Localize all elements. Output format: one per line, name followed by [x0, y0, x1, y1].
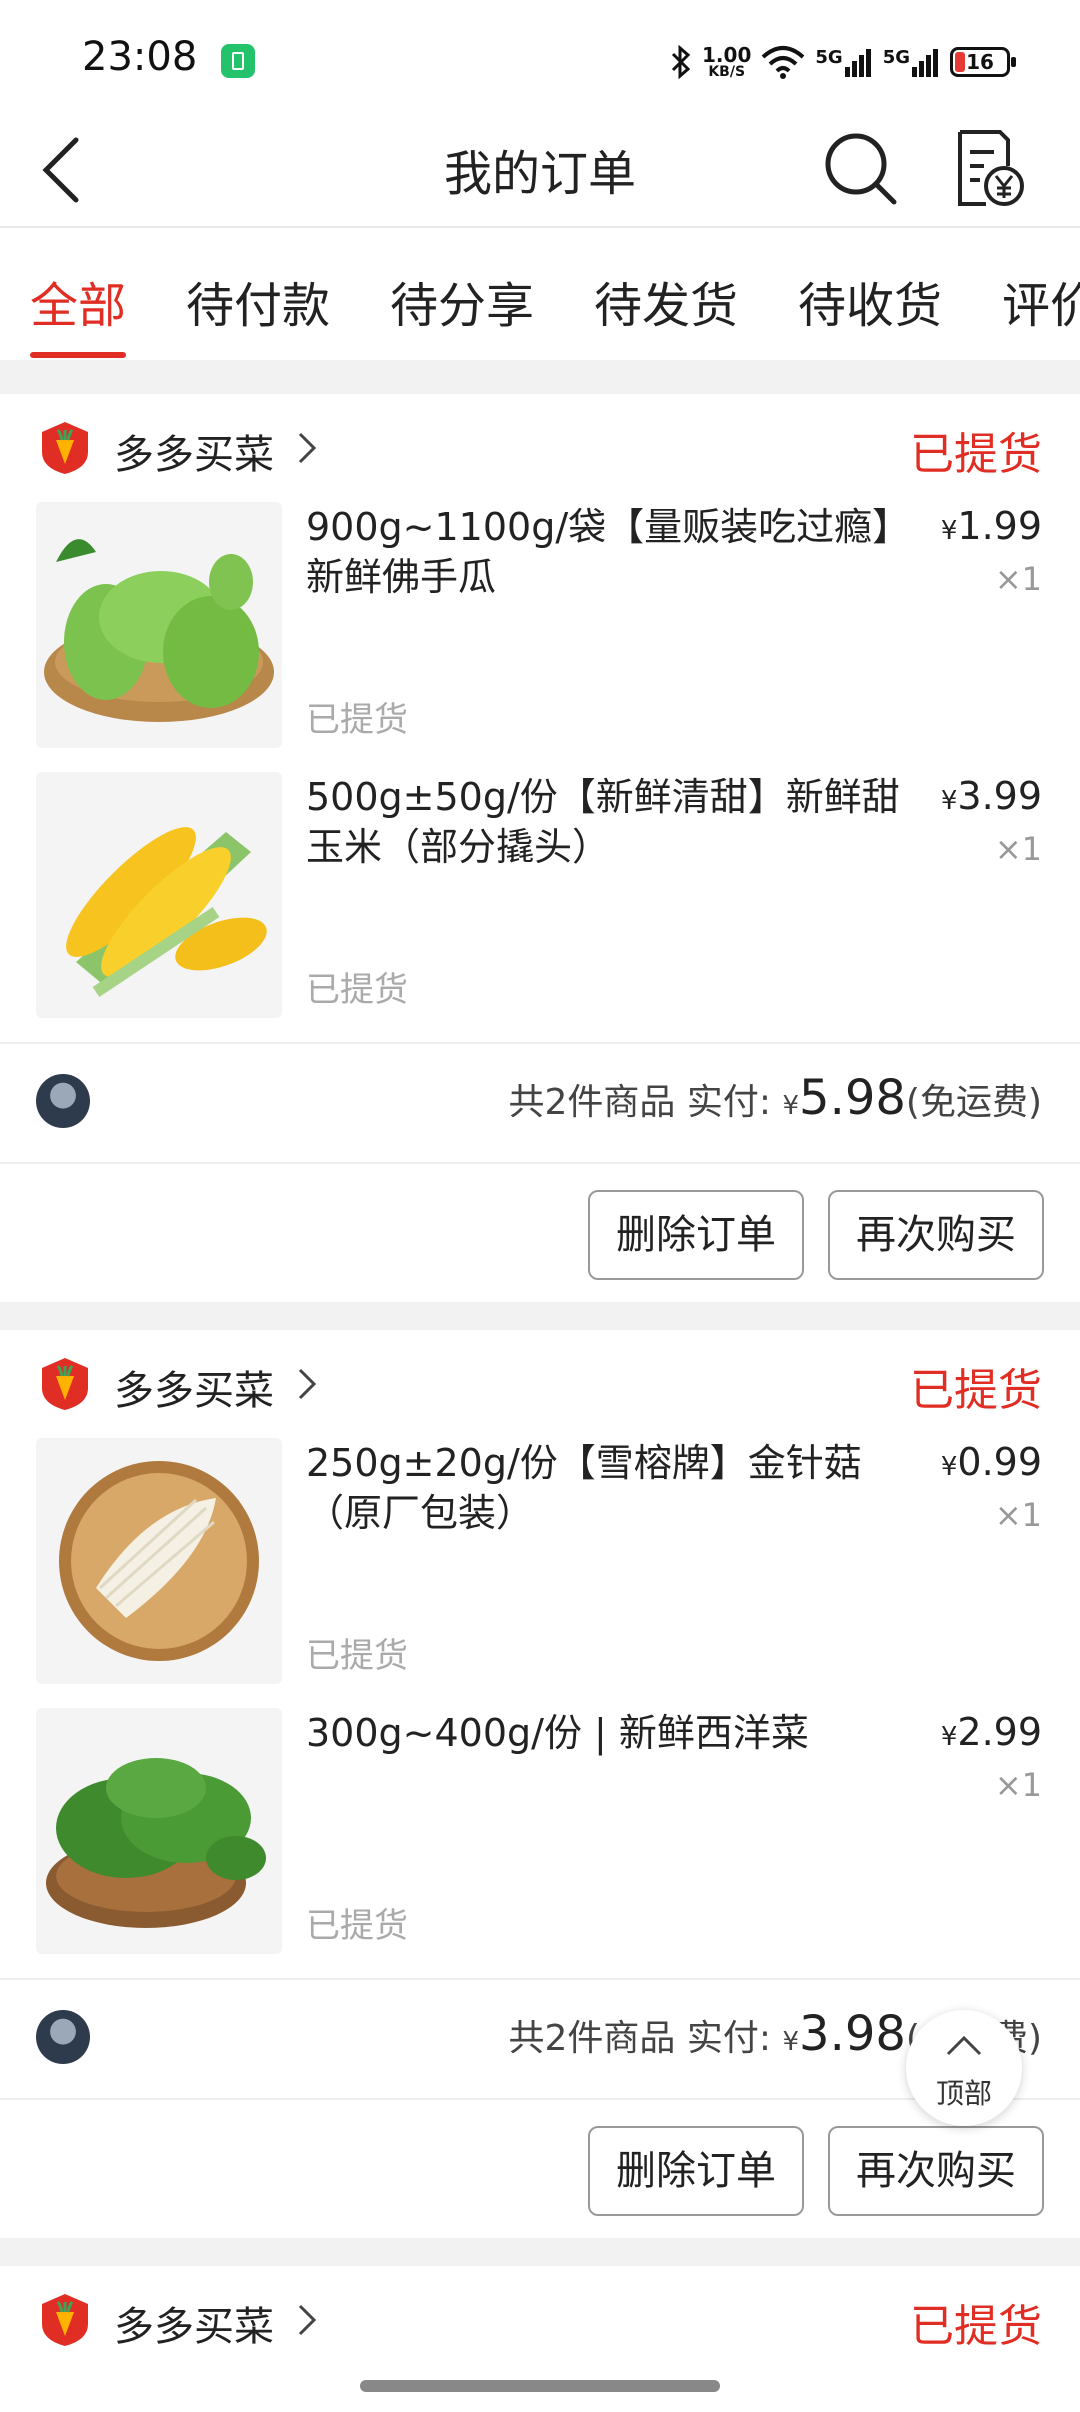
- divider: [0, 1978, 1080, 1980]
- chevron-up-icon: [946, 2035, 982, 2056]
- buy-again-button[interactable]: 再次购买: [828, 2126, 1044, 2216]
- buy-again-button[interactable]: 再次购买: [828, 1190, 1044, 1280]
- tab-active-indicator: [30, 352, 126, 358]
- wifi-icon: [762, 46, 805, 79]
- order-status: 已提货: [910, 2301, 1042, 2352]
- corn-illustration: [66, 827, 267, 997]
- currency-symbol: ¥: [940, 786, 958, 816]
- enoki-illustration: [59, 1461, 259, 1661]
- item-price: ¥2.99: [941, 1710, 1042, 1754]
- search-icon[interactable]: [820, 128, 900, 208]
- chevron-right-icon[interactable]: [296, 1364, 318, 1404]
- paid-amount: 5.98: [799, 1070, 906, 1126]
- battery-level: [955, 52, 965, 72]
- battery-saver-icon: [221, 44, 255, 78]
- net-speed: 1.00 KB/S: [702, 45, 751, 79]
- home-indicator[interactable]: [360, 2380, 720, 2392]
- order-tabs: 全部 待付款 待分享 待发货 待收货 评价: [0, 228, 1080, 360]
- order-status: 已提货: [910, 429, 1042, 480]
- item-price: ¥3.99: [941, 774, 1042, 818]
- price-value: 2.99: [957, 1710, 1042, 1754]
- store-logo-icon: [42, 2294, 88, 2346]
- bill-icon[interactable]: [950, 126, 1026, 210]
- tab-pending-share[interactable]: 待分享: [390, 266, 534, 336]
- item-quantity: ×1: [994, 1496, 1042, 1534]
- signal-1: 5G: [815, 47, 872, 77]
- item-count: 共2件商品: [508, 2018, 676, 2059]
- paid-amount: 3.98: [799, 2006, 906, 2062]
- paid-label: 实付:: [686, 1082, 772, 1123]
- store-logo-icon: [42, 1358, 88, 1410]
- item-title[interactable]: 300g~400g/份 | 新鲜西洋菜: [306, 1708, 906, 1758]
- item-price: ¥0.99: [941, 1440, 1042, 1484]
- order-summary: 共2件商品 实付: ¥5.98(免运费): [509, 1070, 1042, 1126]
- store-logo-icon: [42, 422, 88, 474]
- price-value: 0.99: [957, 1440, 1042, 1484]
- item-title[interactable]: 500g±50g/份【新鲜清甜】新鲜甜玉米（部分撬头）: [306, 772, 906, 872]
- signal-1-label: 5G: [815, 47, 843, 68]
- item-title[interactable]: 900g~1100g/袋【量贩装吃过瘾】新鲜佛手瓜: [306, 502, 906, 602]
- avatar[interactable]: [36, 1074, 90, 1128]
- item-status: 已提货: [306, 700, 408, 740]
- shipping-note: (免运费): [905, 1082, 1042, 1123]
- corn-image[interactable]: [36, 772, 282, 1018]
- item-quantity: ×1: [994, 830, 1042, 868]
- order-card: 多多买菜 已提货 900g~1100g/袋【量贩装吃过瘾】新鲜佛手瓜 ¥1.99…: [0, 394, 1080, 1302]
- tab-pending-payment[interactable]: 待付款: [186, 266, 330, 336]
- net-speed-value: 1.00: [702, 43, 752, 67]
- net-speed-unit: KB/S: [708, 64, 746, 80]
- delete-order-button[interactable]: 删除订单: [588, 2126, 804, 2216]
- chevron-right-icon[interactable]: [296, 2300, 318, 2340]
- currency-symbol: ¥: [940, 1452, 958, 1482]
- item-status: 已提货: [306, 970, 408, 1010]
- battery-percent: 16: [966, 50, 994, 74]
- item-quantity: ×1: [994, 1766, 1042, 1804]
- signal-icon: [912, 49, 938, 77]
- tab-review[interactable]: 评价: [1002, 266, 1080, 336]
- tab-all[interactable]: 全部: [30, 266, 126, 336]
- item-quantity: ×1: [994, 560, 1042, 598]
- chayote-illustration: [44, 539, 274, 722]
- store-name[interactable]: 多多买菜: [114, 1358, 274, 1416]
- bluetooth-icon: [671, 45, 691, 79]
- chevron-right-icon[interactable]: [296, 428, 318, 468]
- currency-symbol: ¥: [782, 1091, 800, 1121]
- status-bar: 23:08 1.00 KB/S 5G 5G 16: [0, 0, 1080, 112]
- header-bar: 我的订单: [0, 112, 1080, 228]
- signal-icon: [844, 49, 871, 77]
- delete-order-button[interactable]: 删除订单: [588, 1190, 804, 1280]
- watercress-image[interactable]: [36, 1708, 282, 1954]
- status-indicators: 1.00 KB/S 5G 5G 16: [670, 40, 1016, 84]
- price-value: 1.99: [957, 504, 1042, 548]
- status-time: 23:08: [82, 34, 198, 80]
- currency-symbol: ¥: [940, 1722, 958, 1752]
- tab-pending-receipt[interactable]: 待收货: [798, 266, 942, 336]
- item-status: 已提货: [306, 1906, 408, 1946]
- tab-pending-shipment[interactable]: 待发货: [594, 266, 738, 336]
- divider: [0, 1162, 1080, 1164]
- back-to-top-label: 顶部: [935, 2077, 992, 2110]
- page-title: 我的订单: [443, 146, 636, 202]
- currency-symbol: ¥: [782, 2027, 800, 2057]
- item-price: ¥1.99: [941, 504, 1042, 548]
- order-status: 已提货: [910, 1365, 1042, 1416]
- store-name[interactable]: 多多买菜: [114, 422, 274, 480]
- item-title[interactable]: 250g±20g/份【雪榕牌】金针菇（原厂包装）: [306, 1438, 906, 1538]
- watercress-illustration: [46, 1758, 266, 1928]
- avatar[interactable]: [36, 2010, 90, 2064]
- item-status: 已提货: [306, 1636, 408, 1676]
- divider: [0, 1042, 1080, 1044]
- price-value: 3.99: [957, 774, 1042, 818]
- enoki-mushroom-image[interactable]: [36, 1438, 282, 1684]
- back-to-top-button[interactable]: 顶部: [906, 2010, 1022, 2126]
- signal-2: 5G: [883, 47, 940, 77]
- chayote-image[interactable]: [36, 502, 282, 748]
- paid-label: 实付:: [686, 2018, 772, 2059]
- store-name[interactable]: 多多买菜: [114, 2294, 274, 2352]
- item-count: 共2件商品: [508, 1082, 676, 1123]
- signal-2-label: 5G: [882, 47, 910, 68]
- battery-icon: 16: [950, 47, 1016, 77]
- currency-symbol: ¥: [940, 516, 958, 546]
